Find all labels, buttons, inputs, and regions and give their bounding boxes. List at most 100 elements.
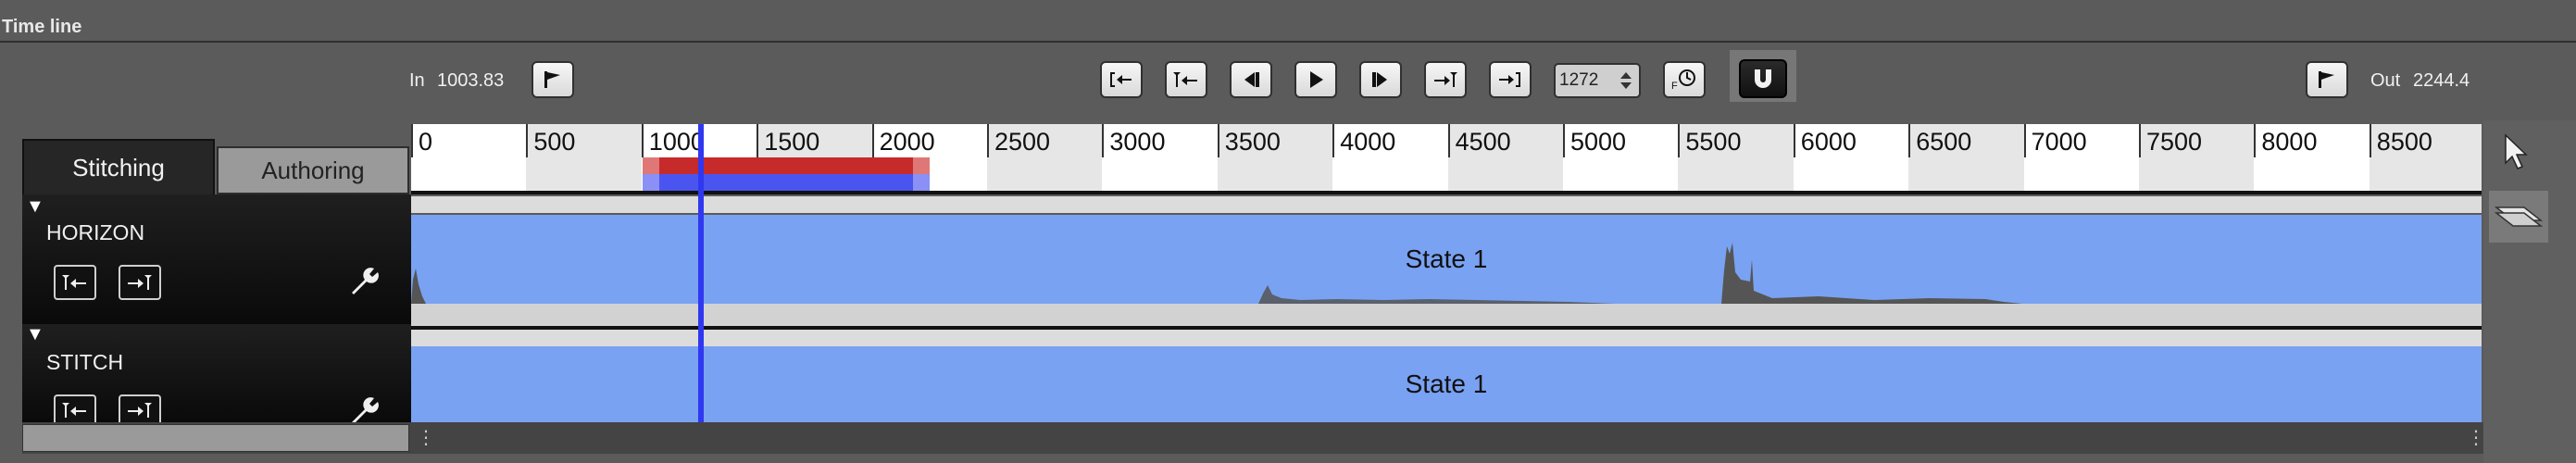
- selection-handle-left-blue[interactable]: [643, 174, 659, 191]
- title-divider: [0, 41, 2576, 43]
- ruler-tick-label: 7500: [2146, 128, 2203, 156]
- ruler-tick-label: 8000: [2261, 128, 2318, 156]
- selection-handle-right-blue[interactable]: [913, 174, 930, 191]
- flag-icon: [544, 71, 560, 88]
- ruler-tick-label: 2500: [994, 128, 1051, 156]
- track-name-horizon: HORIZON: [46, 220, 145, 244]
- ruler-tick-label: 1000: [648, 128, 705, 156]
- ruler-tick-label: 5000: [1570, 128, 1627, 156]
- ruler-tick: [1447, 124, 1450, 157]
- tab-stitching[interactable]: Stitching: [22, 139, 215, 194]
- layers-tool-button[interactable]: [2489, 191, 2548, 243]
- panel-title: Time line: [2, 17, 82, 37]
- track-go-out-button[interactable]: [119, 394, 161, 422]
- ruler-tick: [1217, 124, 1219, 157]
- in-value: 1003.83: [437, 70, 505, 91]
- ruler-tick-label: 3000: [1109, 128, 1166, 156]
- ruler-tick: [411, 124, 413, 157]
- track-stitch-state[interactable]: State 1: [411, 346, 2482, 422]
- magnet-icon: [1755, 69, 1771, 88]
- snap-toggle-button[interactable]: [1739, 59, 1787, 98]
- out-label: Out: [2370, 70, 2401, 91]
- frame-rate-button[interactable]: F: [1663, 61, 1706, 98]
- set-in-icon: [1173, 72, 1197, 87]
- selection-range-red[interactable]: [643, 157, 930, 174]
- ruler-tick-label: 6500: [1916, 128, 1972, 156]
- scroll-grip-right-icon[interactable]: ⋮: [2467, 426, 2485, 449]
- track-stitch-keyframe-lane[interactable]: [411, 330, 2482, 346]
- track-horizon-lower-lane: [411, 304, 2482, 328]
- ruler-tick-label: 6000: [1800, 128, 1857, 156]
- jump-to-end-button[interactable]: [1489, 61, 1532, 98]
- play-icon: [1310, 71, 1323, 88]
- play-button[interactable]: [1294, 61, 1337, 98]
- frame-value: 1272: [1559, 70, 1599, 90]
- ruler-tick: [526, 124, 529, 157]
- ruler-tick: [1793, 124, 1795, 157]
- set-out-icon: [1434, 72, 1457, 87]
- selection-handle-left-red[interactable]: [643, 157, 659, 174]
- ruler-tick: [2254, 124, 2257, 157]
- out-value: 2244.4: [2413, 70, 2470, 91]
- track-go-in-button[interactable]: [54, 265, 96, 300]
- ruler-tick: [757, 124, 759, 157]
- playhead[interactable]: [698, 124, 704, 422]
- ruler-tick: [641, 124, 644, 157]
- jump-to-start-icon: [1110, 72, 1132, 87]
- ruler-tick-label: 4000: [1340, 128, 1396, 156]
- go-to-out-button[interactable]: [1424, 61, 1467, 98]
- ruler-tick-label: 3500: [1224, 128, 1281, 156]
- track-settings-wrench-icon[interactable]: [346, 261, 383, 303]
- track-name-stitch: STITCH: [46, 350, 124, 374]
- ruler-tick-label: 2000: [879, 128, 935, 156]
- ruler-tick-label: 5500: [1685, 128, 1742, 156]
- selection-range-blue[interactable]: [643, 174, 930, 191]
- ruler-tick: [1908, 124, 1911, 157]
- frame-spinbox[interactable]: 1272: [1554, 63, 1641, 98]
- step-forward-button[interactable]: [1359, 61, 1402, 98]
- go-to-in-button[interactable]: [1165, 61, 1207, 98]
- set-in-marker-button[interactable]: [531, 61, 574, 98]
- track-horizon-keyframe-lane[interactable]: [411, 196, 2482, 213]
- ruler-tick: [871, 124, 874, 157]
- step-back-icon: [1244, 72, 1259, 87]
- ruler-tick-label: 7000: [2031, 128, 2087, 156]
- ruler-tick: [2023, 124, 2026, 157]
- in-label: In: [409, 70, 425, 91]
- pointer-tool-button[interactable]: [2491, 124, 2539, 180]
- track-settings-wrench-icon[interactable]: [346, 391, 383, 422]
- ruler-tick: [1678, 124, 1681, 157]
- flag-icon: [2319, 71, 2334, 88]
- set-out-marker-button[interactable]: [2306, 61, 2348, 98]
- layers-tool-icon: [2494, 206, 2544, 227]
- step-forward-icon: [1372, 72, 1387, 87]
- state-label: State 1: [1405, 369, 1488, 398]
- track-go-out-button[interactable]: [119, 265, 161, 300]
- tab-authoring[interactable]: Authoring: [217, 146, 409, 194]
- ruler-tick: [987, 124, 989, 157]
- scroll-grip-left-icon[interactable]: ⋮: [417, 426, 435, 449]
- selection-handle-right-red[interactable]: [913, 157, 930, 174]
- spin-arrows-icon[interactable]: [1619, 70, 1633, 91]
- collapse-triangle-icon[interactable]: ▼: [26, 196, 44, 218]
- ruler-tick: [2139, 124, 2141, 157]
- set-in-icon: [62, 403, 86, 418]
- ruler-tick: [1332, 124, 1335, 157]
- ruler-baseline: [411, 191, 2482, 194]
- ruler-tick-label: 8500: [2376, 128, 2432, 156]
- ruler-tick: [1563, 124, 1565, 157]
- ruler-tick: [1102, 124, 1105, 157]
- track-go-in-button[interactable]: [54, 394, 96, 422]
- ruler-tick-label: 1500: [764, 128, 820, 156]
- frame-clock-icon: F: [1671, 69, 1695, 92]
- step-back-button[interactable]: [1230, 61, 1272, 98]
- jump-to-end-icon: [1499, 72, 1520, 87]
- pointer-tool-icon: [2505, 133, 2528, 169]
- header-scroll-area: [22, 424, 409, 452]
- ruler-tick-label: 500: [533, 128, 576, 156]
- ruler-tick-label: 4500: [1455, 128, 1511, 156]
- collapse-triangle-icon[interactable]: ▼: [26, 324, 44, 345]
- jump-to-start-button[interactable]: [1100, 61, 1143, 98]
- ruler-tick-label: 0: [419, 128, 433, 156]
- track-header-horizon[interactable]: [22, 194, 411, 324]
